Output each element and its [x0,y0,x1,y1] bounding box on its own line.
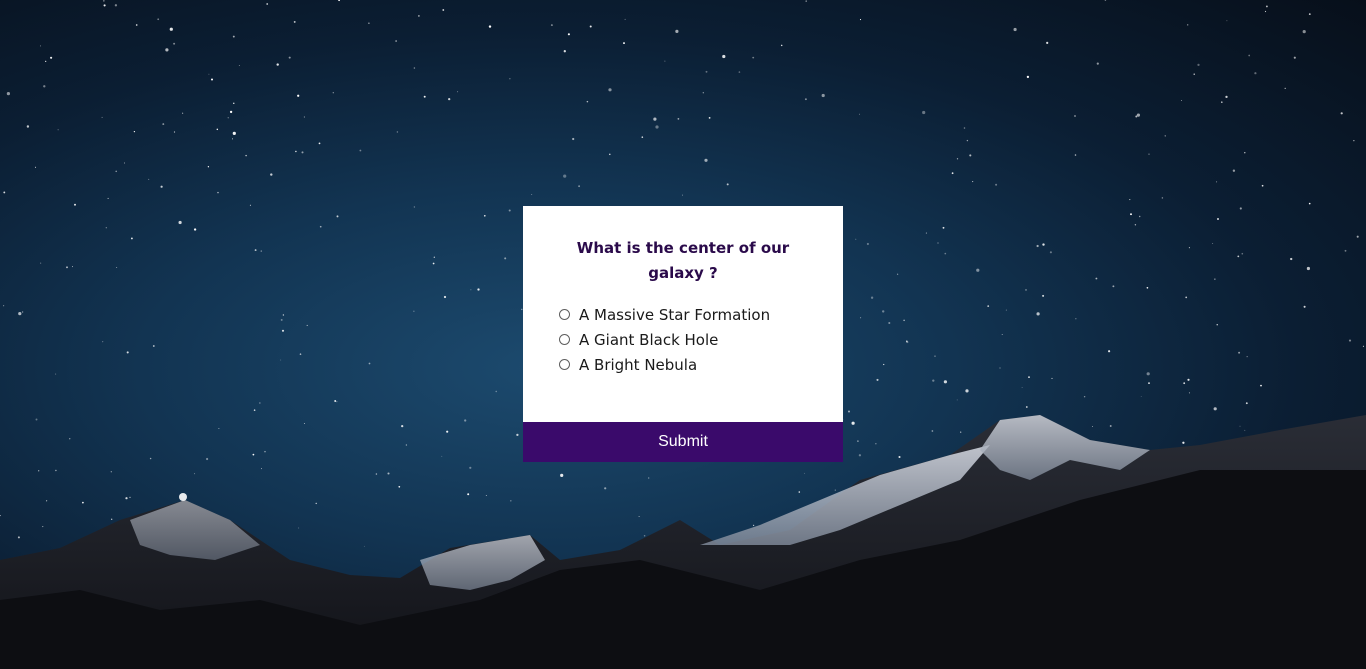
submit-button[interactable]: Submit [523,422,843,462]
background-scene: What is the center of our galaxy ? A Mas… [0,0,1366,669]
radio-button[interactable] [559,309,570,320]
radio-button[interactable] [559,359,570,370]
radio-button[interactable] [559,334,570,345]
answer-option[interactable]: A Giant Black Hole [559,327,770,352]
answer-option-label[interactable]: A Giant Black Hole [579,331,718,349]
answer-options: A Massive Star Formation A Giant Black H… [559,302,770,377]
answer-option-label[interactable]: A Massive Star Formation [579,306,770,324]
answer-option-label[interactable]: A Bright Nebula [579,356,697,374]
quiz-card: What is the center of our galaxy ? A Mas… [523,206,843,462]
quiz-question: What is the center of our galaxy ? [576,239,790,282]
answer-option[interactable]: A Massive Star Formation [559,302,770,327]
answer-option[interactable]: A Bright Nebula [559,352,770,377]
